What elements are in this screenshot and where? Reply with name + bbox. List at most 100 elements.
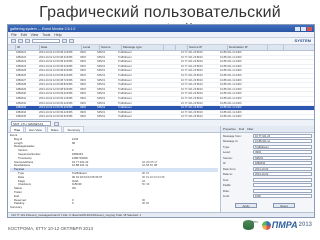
table-cell xyxy=(8,111,15,115)
table-cell: 10.77.101.23:8010 xyxy=(181,64,203,68)
field-input[interactable]: SRV01 xyxy=(253,155,312,160)
table-cell: 2013-10-02 12:00:09.223456 xyxy=(39,101,73,105)
tab-hex-view[interactable]: Hex View xyxy=(25,126,46,132)
field-input[interactable] xyxy=(253,177,312,182)
menu-item-edit[interactable]: Edit xyxy=(21,33,27,37)
column-header[interactable]: Date xyxy=(40,45,82,50)
table-cell: TrafficEvent xyxy=(118,60,132,64)
refresh-button[interactable] xyxy=(25,39,30,43)
table-cell: 10.88.101.11:4400 xyxy=(220,83,242,87)
form-row: Message to: 10.88.101.11 xyxy=(221,139,314,145)
save-button[interactable] xyxy=(18,39,23,43)
table-cell: SRV01 xyxy=(97,106,106,110)
close-button[interactable] xyxy=(307,26,312,31)
maximize-button[interactable] xyxy=(301,26,306,31)
column-header[interactable] xyxy=(8,45,16,50)
minimize-button[interactable] xyxy=(295,26,300,31)
column-header[interactable]: Source IP xyxy=(188,45,228,50)
table-cell xyxy=(158,111,169,115)
tab-rules[interactable]: Rules xyxy=(46,126,63,132)
table-cell: 2013-10-02 12:00:09.423456 xyxy=(39,110,73,114)
apply-button[interactable]: Apply xyxy=(235,203,257,208)
table-cell xyxy=(158,51,169,55)
column-header[interactable] xyxy=(176,45,188,50)
toolbar: SYSTEM xyxy=(8,38,314,45)
column-header[interactable]: ID xyxy=(16,45,40,50)
menu-item-view[interactable]: View xyxy=(31,33,39,37)
column-header[interactable]: Level xyxy=(82,45,100,50)
column-header[interactable] xyxy=(268,45,284,50)
tree-row[interactable]: Summary xyxy=(10,206,218,210)
table-cell: TrafficEvent xyxy=(118,78,132,82)
table-cell: 1882032 xyxy=(16,101,27,105)
table-cell xyxy=(169,65,180,69)
filter-button[interactable] xyxy=(69,39,74,43)
field-input[interactable]: INFO xyxy=(253,150,312,155)
field-input[interactable]: 10.77.101.23 xyxy=(253,133,312,138)
menu-item-file[interactable]: File xyxy=(11,33,17,37)
field-label: Fields: xyxy=(223,183,232,188)
table-cell: 10.88.101.11:4400 xyxy=(220,92,242,96)
table-cell: SRV01 xyxy=(97,64,106,68)
star-icon xyxy=(261,220,271,230)
table-cell: SRV01 xyxy=(97,69,106,73)
table-cell xyxy=(258,51,273,55)
table-cell: 10.88.101.11:4400 xyxy=(220,51,242,54)
column-header[interactable] xyxy=(164,45,176,50)
tab-filter[interactable]: Filter xyxy=(246,126,254,132)
field-input[interactable]: 10.88.101.11 xyxy=(253,139,312,144)
reset-button[interactable]: Reset xyxy=(273,203,295,208)
table-row[interactable]: 1882035 2013-10-02 12:00:09.523456 INFO SRV… xyxy=(8,115,314,119)
open-button[interactable] xyxy=(11,39,16,43)
table-cell: 10.77.101.23:8010 xyxy=(181,69,203,73)
field-label: Message from: xyxy=(223,133,242,138)
table-cell: SRV01 xyxy=(97,92,106,96)
table-cell: 10.88.101.11:4400 xyxy=(220,96,242,100)
table-cell xyxy=(158,83,169,87)
menu-item-tools[interactable]: Tools xyxy=(42,33,50,37)
field-label: Message to: xyxy=(223,139,239,144)
table-cell: 10.88.101.11:4400 xyxy=(220,110,242,114)
table-cell: 1882029 xyxy=(16,87,27,91)
table-cell: 2013-10-02 12:00:09.323456 xyxy=(39,106,73,110)
tab-find[interactable]: Find xyxy=(238,126,245,132)
field-label: Date to: xyxy=(223,172,233,177)
column-header[interactable]: Message type xyxy=(122,45,164,50)
table-cell: 1882025 xyxy=(16,69,27,73)
table-cell: 10.88.101.11:4400 xyxy=(220,73,242,77)
filter-apply-button[interactable] xyxy=(54,121,59,126)
table-cell xyxy=(258,65,273,69)
table-cell: SRV01 xyxy=(97,87,106,91)
table-cell: 2013-10-02 12:00:09.523456 xyxy=(39,115,73,119)
field-input[interactable] xyxy=(253,183,312,188)
tab-tree[interactable]: Tree xyxy=(10,126,25,132)
search-button[interactable] xyxy=(62,39,67,43)
table-cell: INFO xyxy=(80,83,87,87)
menu-item-help[interactable]: Help xyxy=(54,33,61,37)
search-input[interactable] xyxy=(32,39,60,43)
table-cell: 1882028 xyxy=(16,83,27,87)
table-cell: TrafficEvent xyxy=(118,64,132,68)
table-cell xyxy=(169,88,180,92)
field-input[interactable]: 1882033 xyxy=(253,161,312,166)
field-input[interactable]: 1000 xyxy=(253,194,312,199)
table-cell: 1882031 xyxy=(16,96,27,100)
column-header[interactable]: Destination IP xyxy=(228,45,268,50)
field-input[interactable] xyxy=(253,188,312,193)
tab-summary[interactable]: Summary xyxy=(63,126,85,132)
column-header[interactable]: Source xyxy=(100,45,122,50)
table-cell xyxy=(169,74,180,78)
window-title: gathering system — Event Monitor 2.6.1.0 xyxy=(10,26,76,31)
app-logo: SYSTEM xyxy=(294,38,311,43)
table-cell: INFO xyxy=(80,110,87,114)
field-input[interactable]: TrafficEvent xyxy=(253,144,312,149)
conference-logo: ПМРА 2013 xyxy=(261,220,312,230)
tab-properties[interactable]: Properties xyxy=(222,126,237,132)
field-input[interactable]: 2013-10-02 xyxy=(253,166,312,171)
table-cell xyxy=(169,106,180,110)
table-cell: SRV01 xyxy=(97,83,106,87)
field-input[interactable]: 2013-10-02 xyxy=(253,172,312,177)
table-cell xyxy=(258,111,273,115)
table-cell xyxy=(169,51,180,55)
table-cell xyxy=(169,79,180,83)
